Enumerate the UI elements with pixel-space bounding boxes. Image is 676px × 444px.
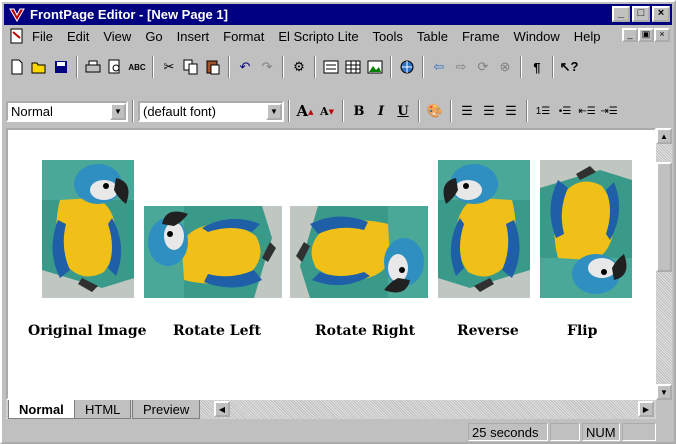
num-lock-indicator: NUM	[582, 423, 620, 441]
insert-image-icon[interactable]	[364, 56, 386, 78]
scroll-up-icon[interactable]: ▲	[656, 128, 672, 144]
menu-window[interactable]: Window	[514, 29, 560, 44]
menu-insert[interactable]: Insert	[177, 29, 210, 44]
scroll-left-icon[interactable]: ◀	[214, 401, 230, 417]
original-image[interactable]	[42, 160, 134, 298]
frontpage-window: FrontPage Editor - [New Page 1] _ □ × Fi…	[0, 0, 676, 444]
rotate-left-image[interactable]	[144, 206, 282, 298]
forward-icon[interactable]: ⇨	[450, 56, 472, 78]
align-center-icon[interactable]: ☰	[478, 100, 500, 122]
bulleted-list-icon[interactable]: •☰	[554, 100, 576, 122]
menu-table[interactable]: Table	[417, 29, 448, 44]
tab-html[interactable]: HTML	[74, 400, 132, 419]
font-select[interactable]: (default font) ▼	[138, 100, 284, 122]
insert-form-field-icon[interactable]	[320, 56, 342, 78]
refresh-icon[interactable]: ⟳	[472, 56, 494, 78]
chevron-down-icon[interactable]: ▼	[266, 102, 282, 120]
menu-edit[interactable]: Edit	[67, 29, 89, 44]
tab-preview[interactable]: Preview	[132, 400, 201, 419]
new-icon[interactable]	[6, 56, 28, 78]
caption-flip: Flip	[567, 323, 598, 339]
close-button[interactable]: ×	[652, 6, 670, 22]
menu-el-scripto-lite[interactable]: El Scripto Lite	[278, 29, 358, 44]
show-paragraph-marks-icon[interactable]: ¶	[526, 56, 548, 78]
open-folder-icon[interactable]	[28, 56, 50, 78]
menu-frame[interactable]: Frame	[462, 29, 500, 44]
menu-go[interactable]: Go	[145, 29, 162, 44]
reverse-image[interactable]	[438, 160, 530, 298]
maximize-button[interactable]: □	[632, 6, 650, 22]
decrease-font-size-icon[interactable]: A ▼	[316, 100, 338, 122]
paragraph-style-value: Normal	[11, 103, 53, 119]
scroll-right-icon[interactable]: ▶	[638, 401, 654, 417]
decrease-indent-icon[interactable]: ⇤☰	[576, 100, 598, 122]
menu-help[interactable]: Help	[574, 29, 601, 44]
back-icon[interactable]: ⇦	[428, 56, 450, 78]
caption-rotate-right: Rotate Right	[315, 323, 416, 339]
tab-normal[interactable]: Normal	[8, 400, 75, 419]
format-toolbar: Normal ▼ (default font) ▼ A ▲ A ▼ B I U 🎨 …	[6, 96, 620, 126]
hyperlink-icon[interactable]	[396, 56, 418, 78]
minimize-button[interactable]: _	[612, 6, 630, 22]
window-title: FrontPage Editor - [New Page 1]	[30, 7, 228, 22]
menu-format[interactable]: Format	[223, 29, 264, 44]
bold-icon[interactable]: B	[348, 100, 370, 122]
align-left-icon[interactable]: ☰	[456, 100, 478, 122]
font-value: (default font)	[143, 103, 216, 119]
scroll-down-icon[interactable]: ▼	[656, 384, 672, 400]
status-bar: 25 seconds NUM	[4, 422, 672, 442]
underline-icon[interactable]: U	[392, 100, 414, 122]
editor-content[interactable]: Original Image Rotate Left Rotate Right …	[6, 128, 656, 400]
save-icon[interactable]	[50, 56, 72, 78]
status-message-panel	[4, 423, 464, 441]
stop-icon[interactable]: ⊗	[494, 56, 516, 78]
web-settings-icon[interactable]: ⚙	[288, 56, 310, 78]
caption-original-image: Original Image	[28, 323, 147, 339]
doc-minimize-button[interactable]: _	[622, 28, 638, 42]
doc-close-button[interactable]: ×	[654, 28, 670, 42]
doc-restore-button[interactable]: ▣	[638, 28, 654, 42]
increase-indent-icon[interactable]: ⇥☰	[598, 100, 620, 122]
undo-icon[interactable]: ↶	[234, 56, 256, 78]
print-icon[interactable]	[82, 56, 104, 78]
align-right-icon[interactable]: ☰	[500, 100, 522, 122]
flip-image[interactable]	[540, 160, 632, 298]
menu-bar: File Edit View Go Insert Format El Scrip…	[4, 26, 672, 46]
vertical-scrollbar[interactable]: ▲ ▼	[656, 128, 672, 400]
print-preview-icon[interactable]	[104, 56, 126, 78]
standard-toolbar: ABC ✂ ↶ ↷ ⚙ ⇦ ⇨ ⟳ ⊗ ¶ ↖?	[6, 52, 580, 82]
increase-font-size-icon[interactable]: A ▲	[294, 100, 316, 122]
menu-file[interactable]: File	[32, 29, 53, 44]
menu-view[interactable]: View	[103, 29, 131, 44]
caption-reverse: Reverse	[457, 323, 519, 339]
chevron-down-icon[interactable]: ▼	[110, 102, 126, 120]
rotate-right-image[interactable]	[290, 206, 428, 298]
numbered-list-icon[interactable]: 1☰	[532, 100, 554, 122]
caption-rotate-left: Rotate Left	[173, 323, 261, 339]
text-color-icon[interactable]: 🎨	[424, 100, 446, 122]
vertical-scroll-thumb[interactable]	[656, 162, 672, 272]
italic-icon[interactable]: I	[370, 100, 392, 122]
cut-icon[interactable]: ✂	[158, 56, 180, 78]
view-tabs-bar: Normal HTML Preview ◀ ▶	[6, 400, 656, 419]
insert-table-icon[interactable]	[342, 56, 364, 78]
paste-icon[interactable]	[202, 56, 224, 78]
redo-icon[interactable]: ↷	[256, 56, 278, 78]
copy-icon[interactable]	[180, 56, 202, 78]
title-bar[interactable]: FrontPage Editor - [New Page 1] _ □ ×	[4, 4, 672, 25]
document-icon[interactable]	[8, 28, 26, 44]
help-pointer-icon[interactable]: ↖?	[558, 56, 580, 78]
menu-tools[interactable]: Tools	[373, 29, 403, 44]
paragraph-style-select[interactable]: Normal ▼	[6, 100, 128, 122]
status-empty-panel	[550, 423, 580, 441]
frontpage-app-icon	[8, 7, 26, 23]
download-time-panel: 25 seconds	[468, 423, 548, 441]
status-empty-panel-2	[622, 423, 656, 441]
spelling-icon[interactable]: ABC	[126, 56, 148, 78]
